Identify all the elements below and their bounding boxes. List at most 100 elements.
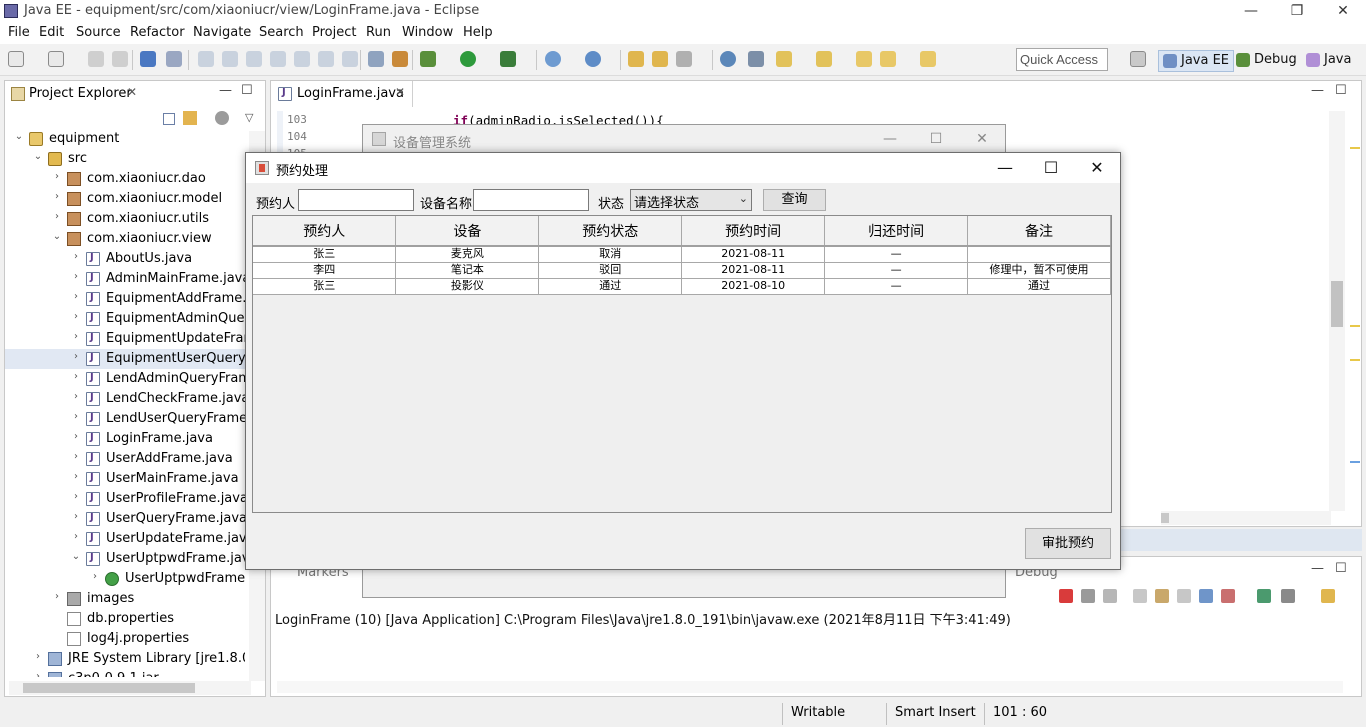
link-with-editor-icon[interactable] [183,111,197,125]
show-on-stdout-icon[interactable] [1199,589,1213,603]
chevron-right-icon[interactable]: › [70,251,82,262]
chevron-right-icon[interactable]: › [51,171,63,182]
new-wizard-icon[interactable] [48,51,64,67]
chevron-down-icon[interactable]: ⌄ [70,551,82,562]
tree-item[interactable]: ⌄ UserUptpwdFrame.java [5,549,245,569]
minimize-button[interactable]: — [867,127,913,151]
editor-horizontal-scrollbar[interactable] [1161,511,1331,525]
tree-item[interactable]: › UserUptpwdFrame [5,569,245,589]
tree-item[interactable]: › LendAdminQueryFrame.java [5,369,245,389]
tree-item[interactable]: › com.xiaoniucr.model [5,189,245,209]
remove-all-terminated-icon[interactable] [1103,589,1117,603]
console-icon[interactable] [140,51,156,67]
perspective-java[interactable]: Java [1302,50,1355,72]
chevron-right-icon[interactable]: › [89,571,101,582]
chevron-right-icon[interactable]: › [51,191,63,202]
menu-help[interactable]: Help [463,25,493,40]
table-row[interactable]: 李四 笔记本 驳回 2021-08-11— 修理中，暂不可使用 [253,262,1111,279]
scroll-thumb[interactable] [1331,281,1343,327]
tree-item[interactable]: › UserProfileFrame.java [5,489,245,509]
perspective-debug[interactable]: Debug [1232,50,1301,72]
word-wrap-icon[interactable] [1177,589,1191,603]
chevron-right-icon[interactable]: › [51,211,63,222]
chevron-right-icon[interactable]: › [32,651,44,662]
new-icon[interactable] [8,51,24,67]
step-over-icon[interactable] [318,51,334,67]
chevron-right-icon[interactable]: › [70,431,82,442]
chevron-right-icon[interactable]: › [70,451,82,462]
toggle-mark-occurrences-icon[interactable] [748,51,764,67]
chevron-right-icon[interactable]: › [70,271,82,282]
restore-button[interactable]: ❐ [1274,0,1320,22]
tree-item[interactable]: › EquipmentAdminQueryFrame.java [5,309,245,329]
column-header[interactable]: 备注 [967,216,1111,247]
close-button[interactable]: ✕ [1074,153,1120,183]
save-icon[interactable] [88,51,104,67]
status-select[interactable]: 请选择状态 ⌄ [630,189,752,211]
menu-source[interactable]: Source [76,25,121,40]
menu-run[interactable]: Run [366,25,391,40]
step-return-icon[interactable] [342,51,358,67]
coverage-icon[interactable] [500,51,516,67]
maximize-button[interactable]: ☐ [1028,153,1074,183]
menu-file[interactable]: File [8,25,30,40]
menu-search[interactable]: Search [259,25,304,40]
back-icon[interactable] [880,51,896,67]
chevron-right-icon[interactable]: › [70,411,82,422]
disconnect-icon[interactable] [270,51,286,67]
tree-item[interactable]: › EquipmentUserQueryFrame.java [5,349,245,369]
maximize-button[interactable]: ☐ [913,127,959,151]
new-server-icon[interactable] [585,51,601,67]
person-input[interactable] [298,189,414,211]
tree-item[interactable]: › c3p0-0.9.1.jar [5,669,245,677]
tree-item[interactable]: › AdminMainFrame.java [5,269,245,289]
close-icon[interactable]: ✕ [127,85,137,99]
show-on-stderr-icon[interactable] [1221,589,1235,603]
quick-access-input[interactable]: Quick Access [1016,48,1108,71]
tree-item[interactable]: › com.xiaoniucr.dao [5,169,245,189]
open-type-icon[interactable] [628,51,644,67]
project-explorer-tab[interactable]: Project Explorer ✕ [5,81,151,107]
chevron-down-icon[interactable]: ⌄ [51,231,63,242]
scroll-lock-icon[interactable] [1155,589,1169,603]
tree-item[interactable]: › AboutUs.java [5,249,245,269]
explorer-horizontal-scrollbar[interactable] [9,681,251,695]
view-menu-icon[interactable]: ▽ [245,111,253,124]
tree-item[interactable]: › images [5,589,245,609]
tree-item[interactable]: ⌄ com.xiaoniucr.view [5,229,245,249]
query-button[interactable]: 查询 [763,189,826,211]
open-console-icon[interactable] [1321,589,1335,603]
editor-tab-loginframe[interactable]: LoginFrame.java ✕ [271,81,413,107]
scroll-thumb[interactable] [23,683,195,693]
minimize-view-icon[interactable]: — [1311,83,1324,98]
maximize-view-icon[interactable]: ☐ [1335,83,1347,98]
console-horizontal-scrollbar[interactable] [277,681,1343,693]
chevron-down-icon[interactable]: ⌄ [32,151,44,162]
tree-item[interactable]: › com.xiaoniucr.utils [5,209,245,229]
maximize-view-icon[interactable]: ☐ [241,83,253,98]
terminate-icon[interactable] [246,51,262,67]
column-header[interactable]: 设备 [395,216,540,247]
last-edit-location-icon[interactable] [856,51,872,67]
tree-item[interactable]: › EquipmentAddFrame.java [5,289,245,309]
chevron-right-icon[interactable]: › [70,511,82,522]
close-button[interactable]: ✕ [959,127,1005,151]
menu-window[interactable]: Window [402,25,453,40]
skip-breakpoints-icon[interactable] [166,51,182,67]
column-header[interactable]: 预约时间 [681,216,826,247]
device-name-input[interactable] [473,189,589,211]
tree-item[interactable]: db.properties [5,609,245,629]
search-icon[interactable] [676,51,692,67]
column-header[interactable]: 预约状态 [538,216,683,247]
maximize-view-icon[interactable]: ☐ [1335,561,1347,576]
tree-item[interactable]: › LendCheckFrame.java [5,389,245,409]
tree-item[interactable]: log4j.properties [5,629,245,649]
close-icon[interactable]: ✕ [395,85,405,99]
perspective-java-ee[interactable]: Java EE [1158,50,1235,72]
tree-item[interactable]: ⌄ src [5,149,245,169]
pin-console-icon[interactable] [1257,589,1271,603]
open-resource-icon[interactable] [652,51,668,67]
minimize-button[interactable]: — [982,153,1028,183]
chevron-right-icon[interactable]: › [70,371,82,382]
step-into-icon[interactable] [294,51,310,67]
